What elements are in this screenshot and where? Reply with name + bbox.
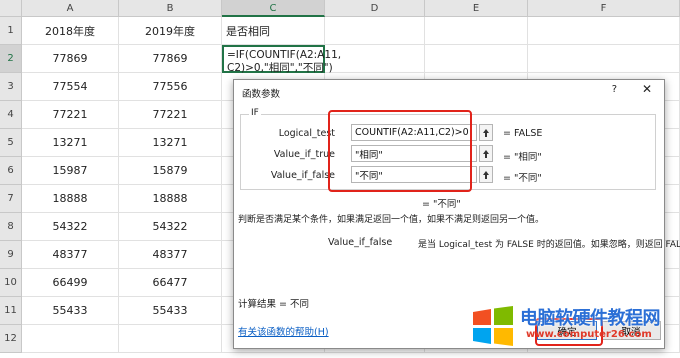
column-header-f[interactable]: F xyxy=(528,0,680,17)
column-header-a[interactable]: A xyxy=(22,0,119,17)
cell-b11[interactable]: 55433 xyxy=(119,297,222,325)
function-help-link[interactable]: 有关该函数的帮助(H) xyxy=(238,324,329,338)
watermark-url: www.computer26.com xyxy=(526,329,652,340)
cell-b6[interactable]: 15879 xyxy=(119,157,222,185)
cell-b8[interactable]: 54322 xyxy=(119,213,222,241)
cell-b9[interactable]: 48377 xyxy=(119,241,222,269)
function-name-label: IF xyxy=(249,108,261,118)
value-if-true-result: = "相同" xyxy=(503,152,542,163)
argument-help-text: 是当 Logical_test 为 FALSE 时的返回值。如果忽略，则返回 F… xyxy=(418,240,680,250)
row-header-1[interactable]: 1 xyxy=(0,17,22,45)
row-header-2[interactable]: 2 xyxy=(0,45,22,73)
row-header-4[interactable]: 4 xyxy=(0,101,22,129)
cell-a12[interactable] xyxy=(22,325,119,353)
row-header-3[interactable]: 3 xyxy=(0,73,22,101)
cell-a7[interactable]: 18888 xyxy=(22,185,119,213)
cell-e1[interactable] xyxy=(425,17,528,45)
cell-b4[interactable]: 77221 xyxy=(119,101,222,129)
dialog-title: 函数参数 xyxy=(242,89,281,100)
watermark: 电脑软硬件教程网 www.computer26.com xyxy=(470,298,675,353)
cell-e2[interactable] xyxy=(425,45,528,73)
cell-a2[interactable]: 77869 xyxy=(22,45,119,73)
row-header-10[interactable]: 10 xyxy=(0,269,22,297)
row-header-11[interactable]: 11 xyxy=(0,297,22,325)
cell-b10[interactable]: 66477 xyxy=(119,269,222,297)
value-if-false-result: = "不同" xyxy=(503,173,542,184)
row-header-9[interactable]: 9 xyxy=(0,241,22,269)
watermark-title: 电脑软硬件教程网 xyxy=(520,308,661,329)
cell-a3[interactable]: 77554 xyxy=(22,73,119,101)
row-header-5[interactable]: 5 xyxy=(0,129,22,157)
select-all-corner[interactable] xyxy=(0,0,22,17)
cell-a5[interactable]: 13271 xyxy=(22,129,119,157)
cell-a10[interactable]: 66499 xyxy=(22,269,119,297)
close-icon[interactable]: ✕ xyxy=(642,82,652,96)
column-header-c[interactable]: C xyxy=(222,0,325,17)
function-description: 判断是否满足某个条件，如果满足返回一个值，如果不满足则返回另一个值。 xyxy=(238,215,545,225)
active-cell-c2[interactable]: =IF(COUNTIF(A2:A11, C2)>0,"相同","不同") xyxy=(222,45,341,74)
cell-b5[interactable]: 13271 xyxy=(119,129,222,157)
overall-result: = "不同" xyxy=(422,199,461,210)
cell-a11[interactable]: 55433 xyxy=(22,297,119,325)
value-if-false-label: Value_if_false xyxy=(270,170,335,181)
highlight-box-arguments xyxy=(328,110,472,192)
collapse-icon[interactable] xyxy=(479,166,493,183)
cell-c1[interactable]: 是否相同 xyxy=(222,17,325,45)
collapse-icon[interactable] xyxy=(479,124,493,141)
windows-logo-icon xyxy=(473,306,513,346)
cell-a6[interactable]: 15987 xyxy=(22,157,119,185)
cell-f2[interactable] xyxy=(528,45,680,73)
cell-b7[interactable]: 18888 xyxy=(119,185,222,213)
collapse-icon[interactable] xyxy=(479,145,493,162)
cell-d1[interactable] xyxy=(325,17,425,45)
logical-test-result: = FALSE xyxy=(503,128,543,139)
logical-test-label: Logical_test xyxy=(278,128,335,139)
cell-b1[interactable]: 2019年度 xyxy=(119,17,222,45)
cell-b2[interactable]: 77869 xyxy=(119,45,222,73)
cell-a9[interactable]: 48377 xyxy=(22,241,119,269)
row-header-8[interactable]: 8 xyxy=(0,213,22,241)
cell-a4[interactable]: 77221 xyxy=(22,101,119,129)
argument-help-name: Value_if_false xyxy=(328,237,393,248)
row-header-7[interactable]: 7 xyxy=(0,185,22,213)
cell-b12[interactable] xyxy=(119,325,222,353)
column-header-b[interactable]: B xyxy=(119,0,222,17)
cell-a1[interactable]: 2018年度 xyxy=(22,17,119,45)
cell-f1[interactable] xyxy=(528,17,680,45)
cell-b3[interactable]: 77556 xyxy=(119,73,222,101)
row-header-6[interactable]: 6 xyxy=(0,157,22,185)
column-header-e[interactable]: E xyxy=(425,0,528,17)
row-header-12[interactable]: 12 xyxy=(0,325,22,353)
help-icon[interactable]: ? xyxy=(612,84,617,95)
value-if-true-label: Value_if_true xyxy=(273,149,335,160)
calc-result: 计算结果 = 不同 xyxy=(238,299,309,310)
column-header-d[interactable]: D xyxy=(325,0,425,17)
cell-a8[interactable]: 54322 xyxy=(22,213,119,241)
